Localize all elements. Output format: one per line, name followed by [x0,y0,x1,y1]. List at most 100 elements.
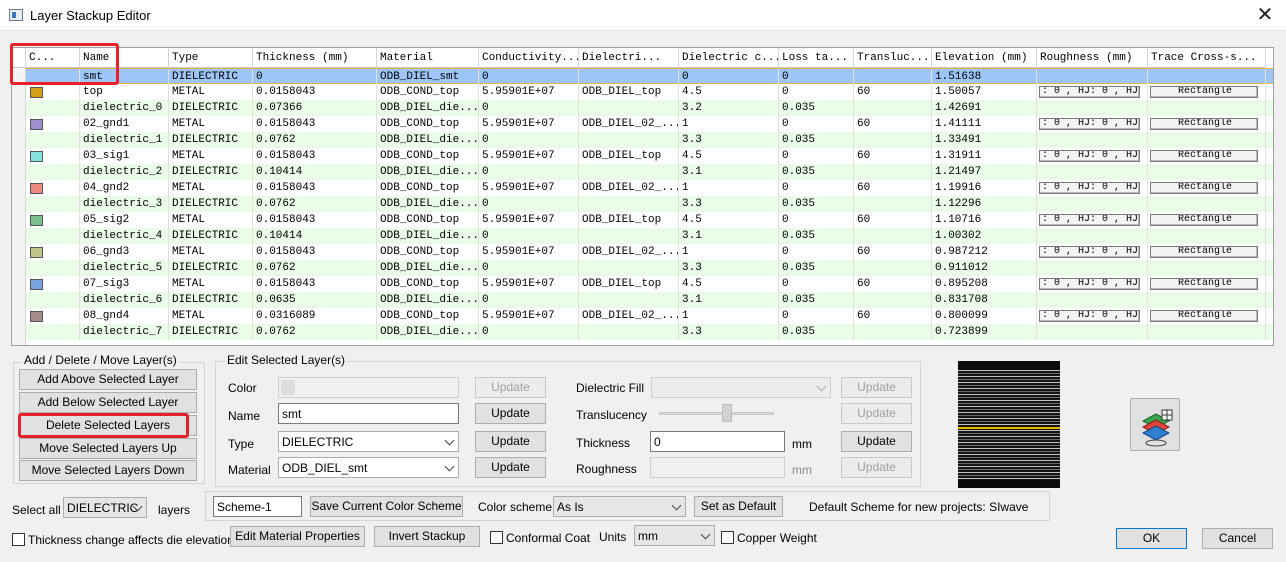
name-update-button[interactable]: Update [475,403,546,424]
cell-thickness[interactable]: 0.10414 [253,164,377,180]
cell-type[interactable]: DIELECTRIC [169,260,253,276]
cell-roughness[interactable] [1037,164,1148,180]
color-swatch[interactable] [30,279,43,290]
ok-button[interactable]: OK [1116,528,1187,549]
cell-roughness[interactable]: : 0 , HJ: 0 , HJ: [1037,276,1148,292]
cell-type[interactable]: METAL [169,244,253,260]
cell-color[interactable] [26,276,80,292]
name-input[interactable]: smt [278,403,459,424]
cell-loss[interactable]: 0.035 [779,228,854,244]
cell-roughness[interactable] [1037,69,1148,85]
cell-transluc[interactable] [854,324,932,340]
cell-loss[interactable]: 0.035 [779,292,854,308]
cell-dielectric_fill[interactable] [579,164,679,180]
table-row[interactable]: 04_gnd2 METAL 0.0158043 ODB_COND_top 5.95901… [12,180,1273,196]
cell-elevation[interactable]: 1.21497 [932,164,1037,180]
cell-name[interactable]: dielectric_3 [80,196,169,212]
cell-name[interactable]: 05_sig2 [80,212,169,228]
cell-conductivity[interactable]: 5.95901E+07 [479,84,579,100]
cell-loss[interactable]: 0 [779,84,854,100]
cell-trace[interactable]: Rectangle [1148,276,1266,292]
set-default-button[interactable]: Set as Default [694,496,783,517]
cell-type[interactable]: DIELECTRIC [169,292,253,308]
cell-conductivity[interactable]: 0 [479,292,579,308]
stackup-3d-button[interactable] [1130,398,1180,451]
cell-dielectric_fill[interactable] [579,292,679,308]
cell-roughness[interactable]: : 0 , HJ: 0 , HJ: [1037,84,1148,100]
cell-name[interactable]: dielectric_4 [80,228,169,244]
cell-dielectric_fill[interactable]: ODB_DIEL_02_... [579,308,679,324]
add-below-button[interactable]: Add Below Selected Layer [19,392,197,413]
cell-trace[interactable] [1148,69,1266,85]
cell-type[interactable]: METAL [169,84,253,100]
cell-transluc[interactable] [854,196,932,212]
cell-conductivity[interactable]: 0 [479,100,579,116]
table-row[interactable]: 05_sig2 METAL 0.0158043 ODB_COND_top 5.95901… [12,212,1273,228]
cell-material[interactable]: ODB_DIEL_die... [377,196,479,212]
roughness-button[interactable]: : 0 , HJ: 0 , HJ: [1039,246,1140,258]
cell-material[interactable]: ODB_COND_top [377,84,479,100]
cell-name[interactable]: 03_sig1 [80,148,169,164]
cell-dielectric_fill[interactable]: ODB_DIEL_02_... [579,116,679,132]
cell-trace[interactable] [1148,324,1266,340]
type-select[interactable]: DIELECTRIC [278,431,459,452]
cell-material[interactable]: ODB_COND_top [377,212,479,228]
cell-material[interactable]: ODB_DIEL_die... [377,260,479,276]
cell-color[interactable] [26,324,80,340]
cell-thickness[interactable]: 0.0762 [253,132,377,148]
roughness-button[interactable]: : 0 , HJ: 0 , HJ: [1039,86,1140,98]
cell-color[interactable] [26,100,80,116]
cell-conductivity[interactable]: 0 [479,69,579,85]
cell-type[interactable]: METAL [169,308,253,324]
table-row[interactable]: 07_sig3 METAL 0.0158043 ODB_COND_top 5.95901… [12,276,1273,292]
cell-loss[interactable]: 0 [779,69,854,85]
cell-dk[interactable]: 0 [679,69,779,85]
cell-trace[interactable] [1148,132,1266,148]
cell-material[interactable]: ODB_DIEL_die... [377,228,479,244]
cell-elevation[interactable]: 1.51638 [932,69,1037,85]
cell-roughness[interactable] [1037,196,1148,212]
trace-cross-section-button[interactable]: Rectangle [1150,278,1258,290]
cell-loss[interactable]: 0.035 [779,324,854,340]
cell-color[interactable] [26,180,80,196]
cell-elevation[interactable]: 0.723899 [932,324,1037,340]
column-header-trace[interactable]: Trace Cross-s... [1148,48,1266,68]
cell-transluc[interactable]: 60 [854,244,932,260]
cell-loss[interactable]: 0.035 [779,196,854,212]
cell-trace[interactable] [1148,292,1266,308]
invert-stackup-button[interactable]: Invert Stackup [374,526,480,547]
cell-dk[interactable]: 3.3 [679,132,779,148]
cell-dk[interactable]: 4.5 [679,148,779,164]
cell-transluc[interactable]: 60 [854,276,932,292]
cell-elevation[interactable]: 1.10716 [932,212,1037,228]
color-swatch[interactable] [30,151,43,162]
column-header-dielectric_fill[interactable]: Dielectri... [579,48,679,68]
cell-dk[interactable]: 3.1 [679,164,779,180]
cell-roughness[interactable] [1037,292,1148,308]
cell-type[interactable]: DIELECTRIC [169,324,253,340]
cell-trace[interactable] [1148,164,1266,180]
cell-color[interactable] [26,244,80,260]
cell-thickness[interactable]: 0.0158043 [253,116,377,132]
roughness-button[interactable]: : 0 , HJ: 0 , HJ: [1039,278,1140,290]
cell-conductivity[interactable]: 0 [479,228,579,244]
cell-thickness[interactable]: 0.0762 [253,196,377,212]
cell-dk[interactable]: 4.5 [679,276,779,292]
cell-loss[interactable]: 0.035 [779,260,854,276]
cell-transluc[interactable]: 60 [854,84,932,100]
column-header-conductivity[interactable]: Conductivity... [479,48,579,68]
cell-conductivity[interactable]: 5.95901E+07 [479,308,579,324]
cell-name[interactable]: dielectric_5 [80,260,169,276]
cell-dk[interactable]: 4.5 [679,212,779,228]
cell-conductivity[interactable]: 0 [479,260,579,276]
cell-loss[interactable]: 0 [779,148,854,164]
cell-loss[interactable]: 0.035 [779,100,854,116]
cell-dielectric_fill[interactable] [579,132,679,148]
table-row[interactable]: 08_gnd4 METAL 0.0316089 ODB_COND_top 5.95901… [12,308,1273,324]
table-row[interactable]: dielectric_4 DIELECTRIC 0.10414 ODB_DIEL_di… [12,228,1273,244]
cell-loss[interactable]: 0 [779,116,854,132]
cell-thickness[interactable]: 0.0635 [253,292,377,308]
column-header-thickness[interactable]: Thickness (mm) [253,48,377,68]
cell-loss[interactable]: 0 [779,308,854,324]
color-swatch[interactable] [30,119,43,130]
